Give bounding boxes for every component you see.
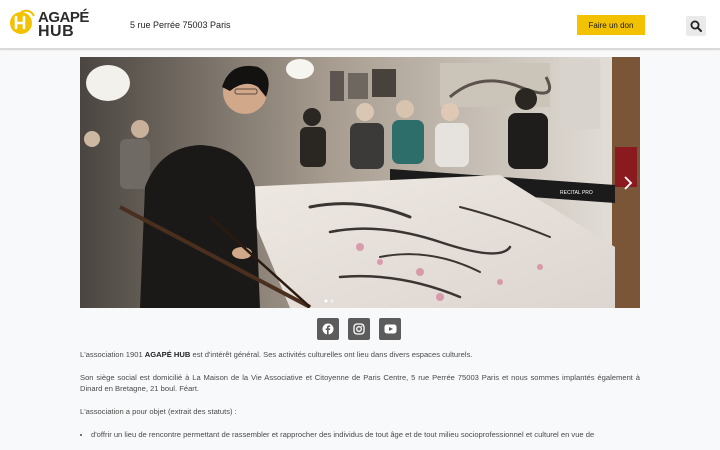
keyboard-brand-label: RECITAL PRO xyxy=(560,190,593,196)
image-slider[interactable]: RECITAL PRO xyxy=(80,57,640,308)
artist-painting-photo: RECITAL PRO xyxy=(80,57,640,308)
about-text: L'association 1901 AGAPÉ HUB est d'intér… xyxy=(80,350,640,440)
chevron-right-icon xyxy=(624,176,633,190)
facebook-icon xyxy=(322,323,334,335)
page-content: RECITAL PRO L'association 1901 AGAPÉ HUB… xyxy=(0,52,720,450)
search-button[interactable] xyxy=(686,16,706,36)
slider-next-button[interactable] xyxy=(620,175,636,191)
site-header: AGAPÉ HUB 5 rue Perrée 75003 Paris Faire… xyxy=(0,0,720,50)
youtube-icon xyxy=(384,324,396,334)
youtube-link[interactable] xyxy=(379,318,401,340)
intro-prefix: L'association 1901 xyxy=(80,350,145,359)
logo-text-hub: HUB xyxy=(38,23,75,40)
instagram-icon xyxy=(353,323,365,335)
purpose-list: d'offrir un lieu de rencontre permettant… xyxy=(80,430,640,440)
intro-suffix: est d'intérêt général. Ses activités cul… xyxy=(190,350,473,359)
facebook-link[interactable] xyxy=(317,318,339,340)
instagram-link[interactable] xyxy=(348,318,370,340)
social-links xyxy=(317,318,401,340)
donate-button[interactable]: Faire un don xyxy=(577,15,645,35)
header-address: 5 rue Perrée 75003 Paris xyxy=(130,20,231,30)
intro-paragraph: L'association 1901 AGAPÉ HUB est d'intér… xyxy=(80,350,640,360)
headquarters-paragraph: Son siège social est domicilié à La Mais… xyxy=(80,373,640,393)
logo-mark-icon xyxy=(10,9,35,34)
search-icon xyxy=(690,20,702,32)
purpose-heading: L'association a pour objet (extrait des … xyxy=(80,406,237,416)
intro-org-name: AGAPÉ HUB xyxy=(144,350,191,359)
list-item: d'offrir un lieu de rencontre permettant… xyxy=(91,430,640,440)
agape-hub-logo[interactable]: AGAPÉ HUB xyxy=(8,6,90,42)
